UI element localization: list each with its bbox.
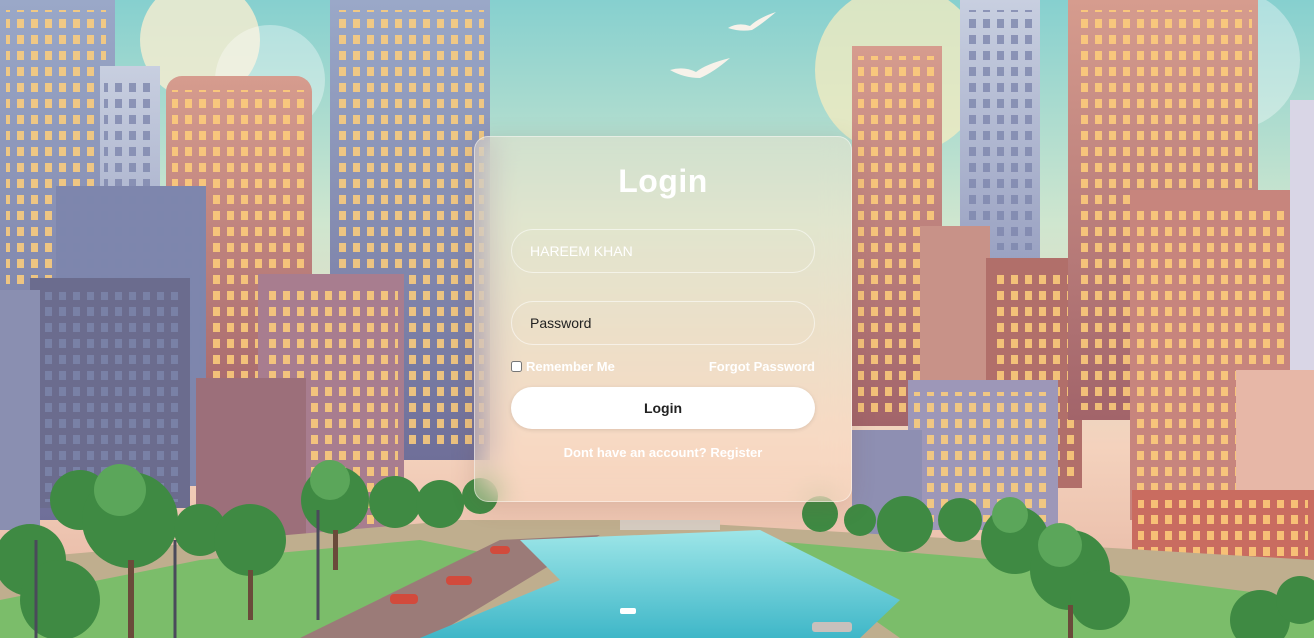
login-card: Login Remember Me Forgot Password Login …	[474, 136, 852, 502]
login-button[interactable]: Login	[511, 387, 815, 429]
login-title: Login	[618, 163, 708, 199]
username-input[interactable]	[511, 229, 815, 273]
password-input[interactable]	[511, 301, 815, 345]
remember-me-checkbox[interactable]	[511, 361, 522, 372]
register-prompt: Dont have an account?	[563, 445, 707, 460]
register-link[interactable]: Register	[710, 445, 762, 460]
remember-me-label: Remember Me	[526, 359, 615, 374]
remember-me-row[interactable]: Remember Me	[511, 359, 615, 374]
register-row: Dont have an account? Register	[475, 445, 851, 460]
forgot-password-link[interactable]: Forgot Password	[709, 359, 815, 374]
